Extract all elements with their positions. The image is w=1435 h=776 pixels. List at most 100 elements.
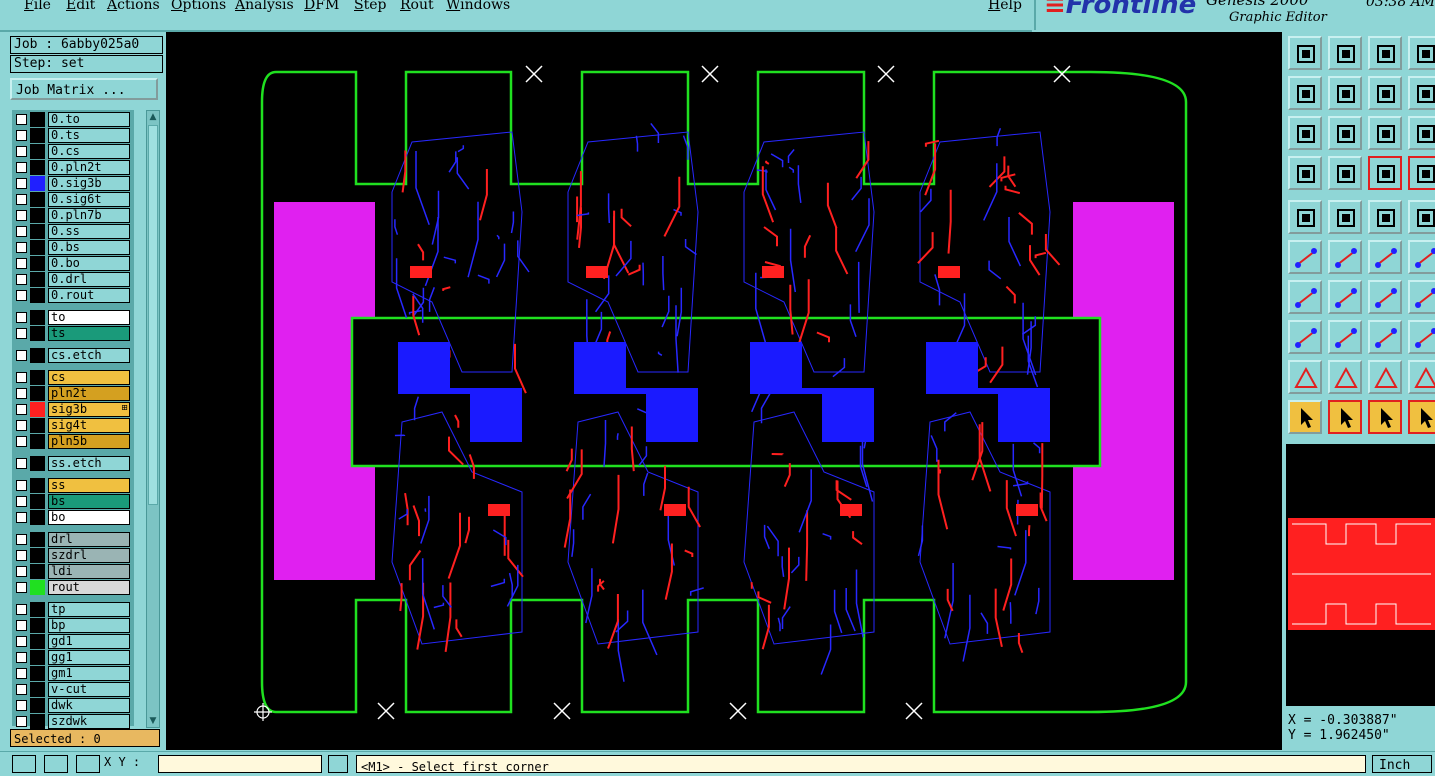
layer-color-swatch[interactable] [30,548,45,563]
layer-color-swatch[interactable] [30,698,45,713]
layer-checkbox[interactable] [16,350,27,361]
pan-left-button[interactable] [1288,76,1322,110]
layer-color-swatch[interactable] [30,128,45,143]
select-box-button[interactable] [1328,200,1362,234]
layer-row-0-ss[interactable]: 0.ss [12,224,132,239]
layer-name[interactable]: szdrl [48,548,130,563]
layer-row-0-rout[interactable]: 0.rout [12,288,132,303]
menu-analysis[interactable]: Analysis [235,0,294,13]
layer-row-gm1[interactable]: gm1 [12,666,132,681]
layer-row-sig4t[interactable]: sig4t [12,418,132,433]
layer-row-drl[interactable]: drl [12,532,132,547]
angle-button[interactable] [1288,280,1322,314]
layer-checkbox[interactable] [16,258,27,269]
layer-checkbox[interactable] [16,652,27,663]
layer-checkbox[interactable] [16,162,27,173]
layer-color-swatch[interactable] [30,386,45,401]
layer-checkbox[interactable] [16,550,27,561]
layer-checkbox[interactable] [16,388,27,399]
layer-row-gd1[interactable]: gd1 [12,634,132,649]
layer-row-0-pln2t[interactable]: 0.pln2t [12,160,132,175]
fit-all-button[interactable] [1288,116,1322,150]
layer-row-0-bs[interactable]: 0.bs [12,240,132,255]
layer-checkbox[interactable] [16,404,27,415]
layer-name[interactable]: ss [48,478,130,493]
layer-checkbox[interactable] [16,716,27,727]
layer-name[interactable]: 0.bo [48,256,130,271]
layer-color-swatch[interactable] [30,160,45,175]
layer-color-swatch[interactable] [30,310,45,325]
layer-color-swatch[interactable] [30,602,45,617]
layer-name[interactable]: drl [48,532,130,547]
layer-checkbox[interactable] [16,274,27,285]
layer-checkbox[interactable] [16,372,27,383]
layer-color-swatch[interactable] [30,112,45,127]
triangle-button[interactable] [1288,360,1322,394]
layer-row-to[interactable]: to [12,310,132,325]
layers-alt-button[interactable] [1408,156,1435,190]
triangle-cut-button[interactable] [1408,360,1435,394]
layer-name[interactable]: ss.etch [48,456,130,471]
fit-profile-button[interactable] [1328,116,1362,150]
scroll-down-icon[interactable]: ▼ [147,715,159,727]
layer-row-pln2t[interactable]: pln2t [12,386,132,401]
layer-name[interactable]: sig3b [48,402,130,417]
layer-checkbox[interactable] [16,480,27,491]
layer-name[interactable]: dwk [48,698,130,713]
undo-zoom-button[interactable] [1368,76,1402,110]
layer-name[interactable]: cs.etch [48,348,130,363]
layer-name[interactable]: bs [48,494,130,509]
layer-row-gg1[interactable]: gg1 [12,650,132,665]
layer-name[interactable]: to [48,310,130,325]
job-matrix-button[interactable]: Job Matrix ... [10,78,158,100]
layer-name[interactable]: v-cut [48,682,130,697]
layer-row-v-cut[interactable]: v-cut [12,682,132,697]
layer-name[interactable]: 0.drl [48,272,130,287]
layer-name[interactable]: 0.pln7b [48,208,130,223]
menu-dfm[interactable]: DFM [304,0,339,13]
layer-row-szdrl[interactable]: szdrl [12,548,132,563]
menu-actions[interactable]: Actions [107,0,160,13]
layer-name[interactable]: 0.ts [48,128,130,143]
layer-name[interactable]: bp [48,618,130,633]
layer-checkbox[interactable] [16,582,27,593]
layer-row-0-to[interactable]: 0.to [12,112,132,127]
layer-checkbox[interactable] [16,114,27,125]
units-button[interactable]: Inch [1372,755,1432,773]
layer-row-0-bo[interactable]: 0.bo [12,256,132,271]
layer-color-swatch[interactable] [30,240,45,255]
menu-edit[interactable]: Edit [66,0,95,13]
layer-name[interactable]: 0.sig6t [48,192,130,207]
layer-color-swatch[interactable] [30,532,45,547]
pointer-button[interactable] [1288,400,1322,434]
layer-color-swatch[interactable] [30,208,45,223]
layer-row-bs[interactable]: bs [12,494,132,509]
layer-color-swatch[interactable] [30,144,45,159]
layer-color-swatch[interactable] [30,456,45,471]
layer-checkbox[interactable] [16,194,27,205]
layer-row-sig3b[interactable]: sig3b ⊞ [12,402,132,417]
layer-row-ldi[interactable]: ldi [12,564,132,579]
grid-button[interactable] [76,755,100,773]
layer-color-swatch[interactable] [30,618,45,633]
measure-tool-button[interactable] [1288,156,1322,190]
layer-name[interactable]: cs [48,370,130,385]
snap-button[interactable] [1288,200,1322,234]
menu-options[interactable]: Options [171,0,226,13]
layer-row-0-ts[interactable]: 0.ts [12,128,132,143]
layer-row-0-sig3b[interactable]: 0.sig3b [12,176,132,191]
layer-row-ss[interactable]: ss [12,478,132,493]
layer-name[interactable]: gg1 [48,650,130,665]
layer-row-dwk[interactable]: dwk [12,698,132,713]
layer-row-rout[interactable]: rout [12,580,132,595]
triangle-up-button[interactable] [1368,360,1402,394]
layer-name[interactable]: sig4t [48,418,130,433]
scale-button[interactable] [1368,116,1402,150]
layer-row-0-drl[interactable]: 0.drl [12,272,132,287]
cluster-button[interactable] [1408,320,1435,354]
arrow-button[interactable] [1408,240,1435,274]
layer-row-bp[interactable]: bp [12,618,132,633]
layer-name[interactable]: szdwk [48,714,130,729]
layer-checkbox[interactable] [16,290,27,301]
overview-pane[interactable] [1286,444,1435,706]
